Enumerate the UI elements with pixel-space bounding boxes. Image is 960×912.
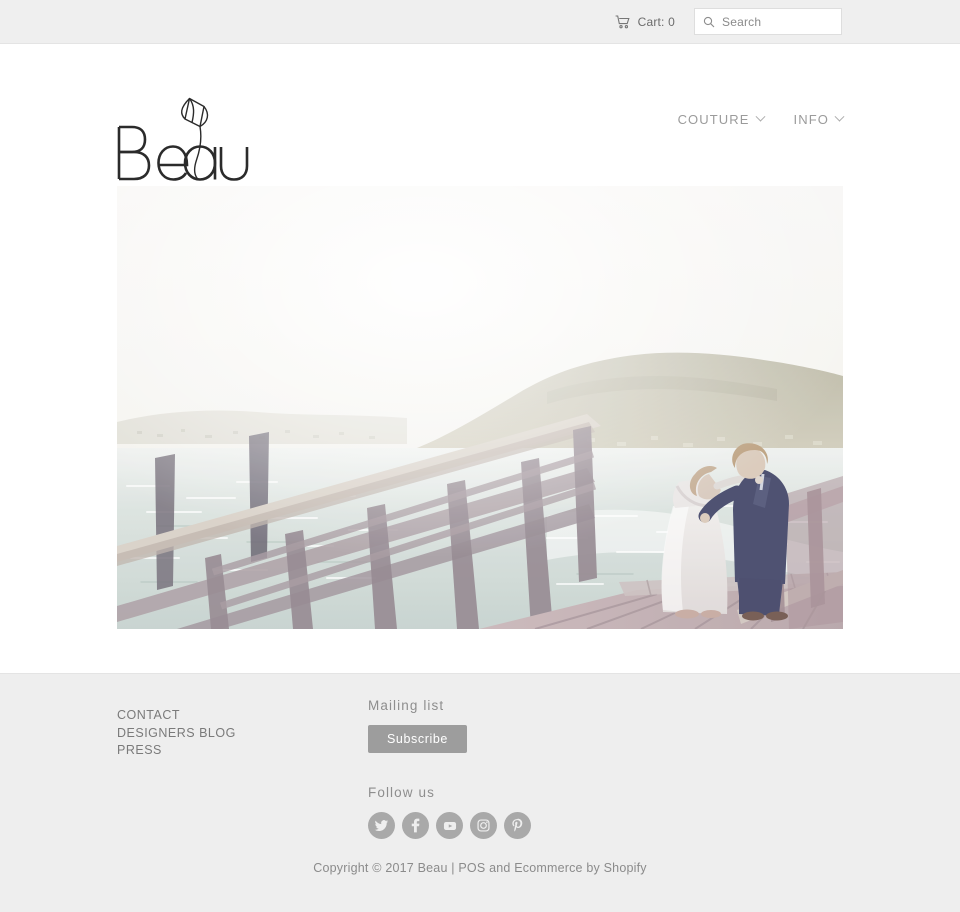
copyright-suffix: by Shopify	[582, 861, 647, 875]
footer-link-designers-blog[interactable]: DESIGNERS BLOG	[117, 725, 236, 743]
follow-us-heading: Follow us	[368, 785, 435, 800]
cart-link[interactable]: Cart: 0	[615, 15, 675, 29]
footer-links: CONTACT DESIGNERS BLOG PRESS	[117, 707, 236, 760]
footer-secondary-column: Mailing list Subscribe Follow us	[368, 698, 531, 839]
hero-image[interactable]	[117, 186, 843, 629]
top-utility-bar: Cart: 0	[0, 0, 960, 44]
search-icon	[703, 16, 715, 28]
shopping-cart-icon	[615, 14, 631, 29]
facebook-icon[interactable]	[402, 812, 429, 839]
twitter-icon[interactable]	[368, 812, 395, 839]
nav-item-label: COUTURE	[677, 112, 750, 127]
social-links	[368, 812, 531, 839]
chevron-down-icon	[755, 111, 765, 122]
site-logo[interactable]	[116, 94, 256, 186]
footer-link-contact[interactable]: CONTACT	[117, 707, 236, 725]
site-header: COUTURE INFO	[0, 44, 960, 207]
pinterest-icon[interactable]	[504, 812, 531, 839]
instagram-icon[interactable]	[470, 812, 497, 839]
footer-link-press[interactable]: PRESS	[117, 742, 236, 760]
hero-section	[0, 162, 960, 629]
nav-item-label: INFO	[793, 112, 829, 127]
copyright-mid: and	[485, 861, 515, 875]
site-footer: CONTACT DESIGNERS BLOG PRESS Mailing lis…	[0, 673, 960, 912]
search-box[interactable]	[694, 8, 842, 35]
main-navigation: COUTURE INFO	[677, 111, 845, 127]
pos-link[interactable]: POS	[458, 861, 485, 875]
nav-item-couture[interactable]: COUTURE	[677, 111, 765, 127]
mailing-list-heading: Mailing list	[368, 698, 445, 713]
copyright-prefix: Copyright © 2017 Beau |	[313, 861, 459, 875]
copyright-line: Copyright © 2017 Beau | POS and Ecommerc…	[0, 861, 960, 875]
nav-item-info[interactable]: INFO	[793, 111, 845, 127]
ecommerce-link[interactable]: Ecommerce	[514, 861, 582, 875]
search-input[interactable]	[722, 14, 833, 29]
subscribe-button[interactable]: Subscribe	[368, 725, 467, 753]
chevron-down-icon	[834, 111, 845, 122]
cart-label: Cart: 0	[637, 14, 675, 29]
youtube-icon[interactable]	[436, 812, 463, 839]
